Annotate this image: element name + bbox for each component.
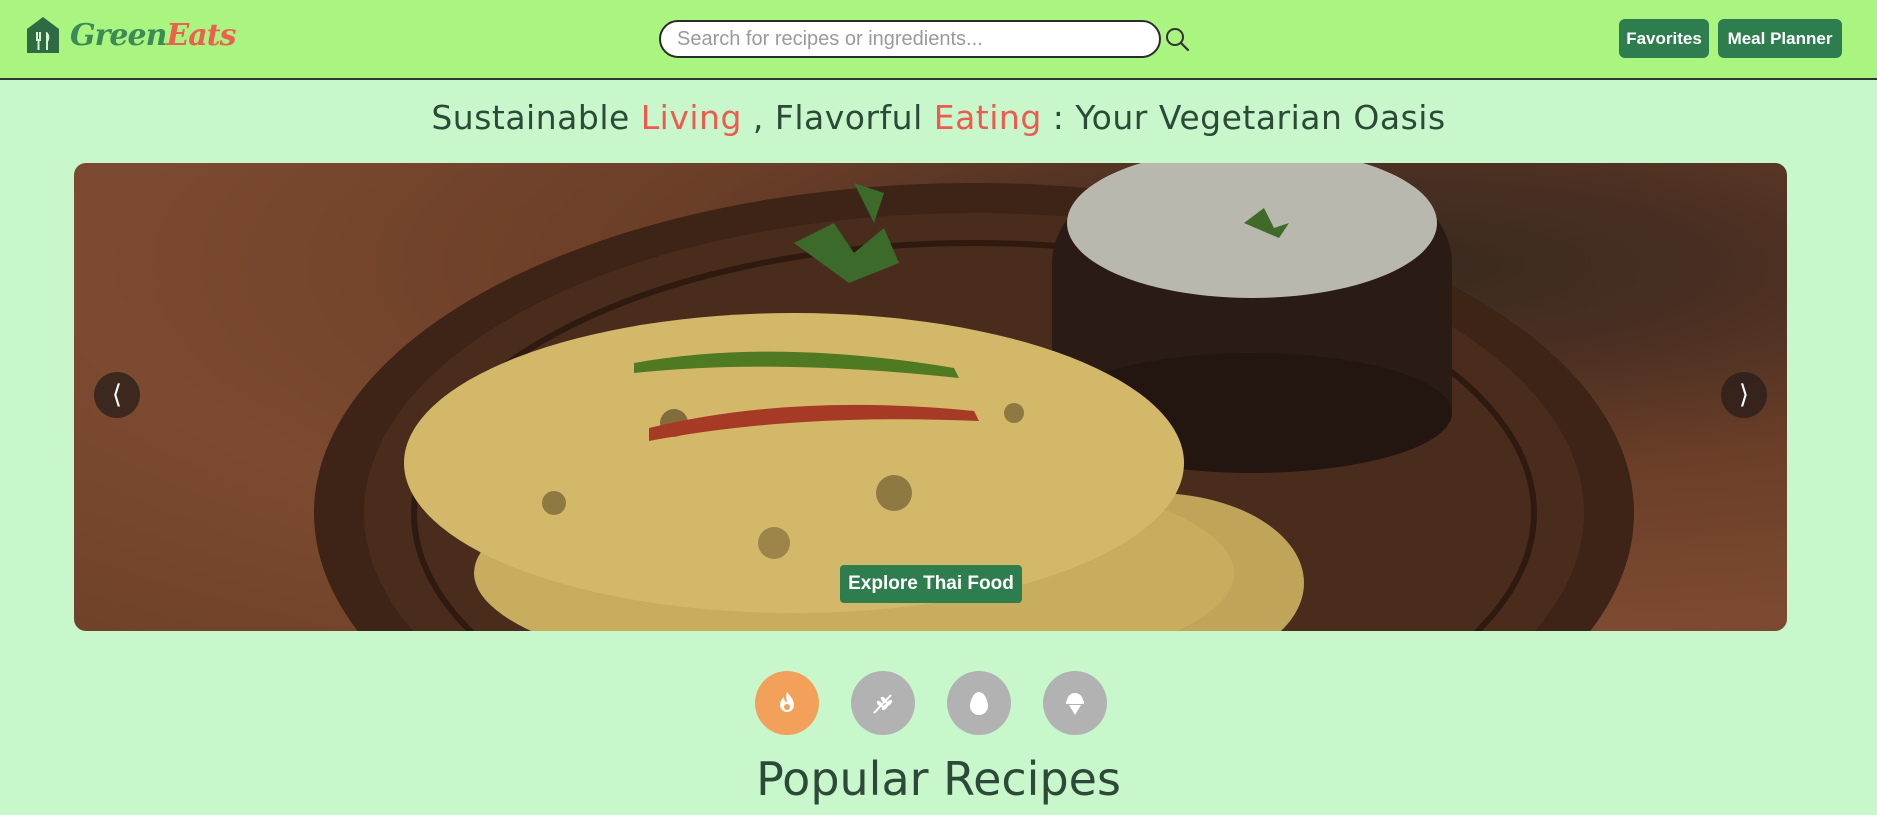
tagline-accent-living: Living [640,98,742,137]
top-header: GreenEats Favorites Meal Planner [0,0,1877,80]
category-popular-button[interactable] [755,671,819,735]
explore-cta-button[interactable]: Explore Thai Food [840,565,1022,603]
popular-recipes-heading: Popular Recipes [756,752,1121,806]
category-eggs-button[interactable] [947,671,1011,735]
ice-cream-icon [1066,693,1084,715]
carousel-prev-button[interactable]: ⟨ [94,372,140,418]
hero-carousel: ⟨ ⟩ Explore Thai Food [74,163,1787,631]
fire-icon [780,692,794,712]
wheat-icon [873,694,893,714]
search-box [659,20,1161,58]
favorites-button[interactable]: Favorites [1619,19,1709,58]
tagline-accent-eating: Eating [933,98,1042,137]
carousel-slide-image [314,163,1634,631]
category-grains-button[interactable] [851,671,915,735]
tagline-part1: Sustainable [431,98,641,137]
brand-name-eats: Eats [166,17,236,53]
brand-name: GreenEats [70,17,236,53]
egg-icon [970,692,988,715]
meal-planner-button[interactable]: Meal Planner [1718,19,1842,58]
home-fork-icon [27,17,59,53]
brand-logo[interactable]: GreenEats [26,16,236,54]
search-input[interactable] [661,22,1159,56]
brand-name-green: Green [70,17,167,53]
tagline-part3: : Your Vegetarian Oasis [1041,98,1446,137]
category-desserts-button[interactable] [1043,671,1107,735]
carousel-next-button[interactable]: ⟩ [1721,372,1767,418]
search-icon[interactable] [1164,26,1190,52]
tagline-part2: , Flavorful [741,98,934,137]
tagline: Sustainable Living , Flavorful Eating : … [0,98,1877,137]
